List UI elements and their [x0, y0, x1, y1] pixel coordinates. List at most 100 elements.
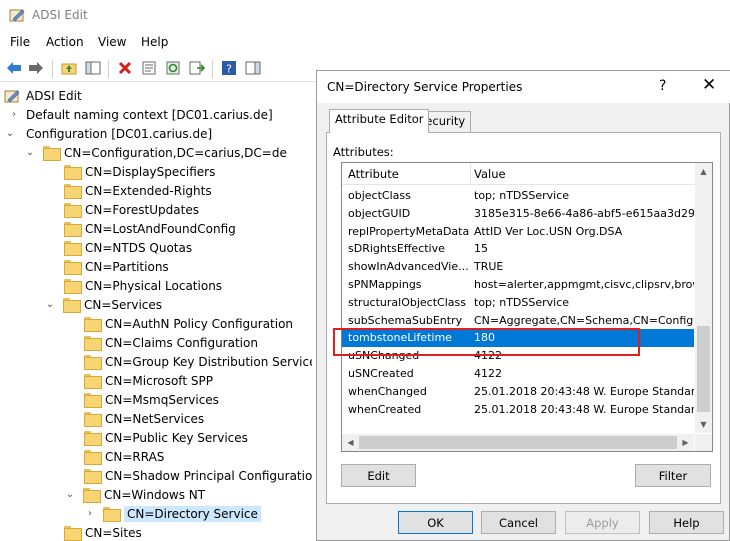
tree-item[interactable]: CN=AuthN Policy Configuration [84, 314, 293, 333]
tree-item[interactable]: CN=RRAS [84, 447, 164, 466]
column-divider[interactable] [470, 163, 471, 185]
table-row[interactable]: whenCreated 25.01.2018 20:43:48 W. Europe… [342, 401, 694, 419]
attribute-value: TRUE [474, 260, 504, 274]
tree-item-label: Configuration [DC01.carius.de] [26, 126, 213, 141]
filter-button[interactable]: Filter [635, 464, 711, 487]
tree-item-services[interactable]: ⌄ CN=Services [44, 295, 162, 314]
tree-item[interactable]: CN=Extended-Rights [64, 181, 212, 200]
table-row[interactable]: subSchemaSubEntry CN=Aggregate,CN=Schema,… [342, 312, 694, 330]
attribute-list[interactable]: Attribute Value objectClass top; nTDSServ… [341, 162, 713, 452]
cancel-button[interactable]: Cancel [481, 511, 556, 534]
vertical-scrollbar[interactable]: ▲ ▼ [695, 163, 712, 433]
tree-item-default-naming-context[interactable]: › Default naming context [DC01.carius.de… [8, 105, 273, 124]
horizontal-scrollbar[interactable]: ◀ ▶ [342, 434, 694, 451]
tree-item[interactable]: CN=Group Key Distribution Service [84, 352, 312, 371]
table-row[interactable]: sPNMappings host=alerter,appmgmt,cisvc,cl… [342, 276, 694, 294]
tree-item-label: CN=Public Key Services [105, 430, 248, 445]
navigation-tree: ADSI Edit › Default naming context [DC01… [0, 86, 312, 541]
menu-bar: File Action View Help [0, 33, 730, 53]
tree-item[interactable]: CN=LostAndFoundConfig [64, 219, 236, 238]
help-button[interactable]: Help [649, 511, 724, 534]
table-row[interactable]: structuralObjectClass top; nTDSService [342, 294, 694, 312]
column-header-attribute[interactable]: Attribute [348, 167, 399, 181]
attribute-value: top; nTDSService [474, 189, 570, 202]
menu-view[interactable]: View [98, 35, 126, 49]
tree-item-label: CN=Physical Locations [85, 278, 223, 293]
tree-item[interactable]: CN=NTDS Quotas [64, 238, 192, 257]
table-row[interactable]: whenChanged 25.01.2018 20:43:48 W. Europe… [342, 383, 694, 401]
tree-item[interactable]: CN=Microsoft SPP [84, 371, 213, 390]
table-row[interactable]: objectGUID 3185e315-8e66-4a86-abf5-e615aa… [342, 205, 694, 223]
show-action-pane-icon[interactable] [244, 59, 262, 77]
attribute-value: 4122 [474, 367, 502, 380]
tree-item[interactable]: CN=DisplaySpecifiers [64, 162, 215, 181]
scroll-left-icon[interactable]: ◀ [342, 434, 359, 451]
column-header-value[interactable]: Value [474, 167, 506, 181]
scroll-thumb[interactable] [359, 436, 677, 449]
export-list-icon[interactable] [188, 59, 206, 77]
chevron-down-icon[interactable]: ⌄ [64, 489, 76, 501]
menu-action[interactable]: Action [46, 35, 84, 49]
attribute-value: host=alerter,appmgmt,cisvc,clipsrv,brows… [474, 278, 694, 291]
menu-file[interactable]: File [10, 35, 30, 49]
tree-item-sites[interactable]: CN=Sites [64, 523, 142, 541]
menu-help[interactable]: Help [141, 35, 168, 49]
table-row[interactable]: objectClass top; nTDSService [342, 187, 694, 205]
tree-item-windows-nt[interactable]: ⌄ CN=Windows NT [64, 485, 205, 504]
chevron-down-icon[interactable]: ⌄ [24, 147, 36, 159]
folder-icon [83, 488, 101, 503]
tree-item-cn-configuration[interactable]: ⌄ CN=Configuration,DC=carius,DC=de [24, 143, 287, 162]
chevron-right-icon[interactable]: › [84, 508, 96, 520]
tree-item[interactable]: CN=Partitions [64, 257, 169, 276]
tree-item-label: CN=LostAndFoundConfig [85, 221, 236, 236]
attribute-name: sDRightsEffective [348, 242, 445, 256]
table-row[interactable]: replPropertyMetaData AttID Ver Loc.USN Or… [342, 223, 694, 241]
tree-item[interactable]: CN=ForestUpdates [64, 200, 199, 219]
up-folder-icon[interactable] [60, 59, 78, 77]
chevron-right-icon[interactable]: › [8, 109, 20, 121]
scroll-up-icon[interactable]: ▲ [695, 163, 712, 180]
table-row[interactable]: sDRightsEffective 15 [342, 240, 694, 258]
properties-icon[interactable] [140, 59, 158, 77]
tree-item-label: CN=NTDS Quotas [85, 240, 193, 255]
tree-item-directory-service[interactable]: › CN=Directory Service [84, 504, 261, 523]
attribute-name: sPNMappings [348, 278, 422, 291]
close-icon[interactable]: ✕ [702, 75, 716, 95]
folder-icon [64, 260, 82, 275]
tree-item[interactable]: CN=Physical Locations [64, 276, 222, 295]
tree-item-configuration[interactable]: ⌄ Configuration [DC01.carius.de] [4, 124, 212, 143]
tree-item-label: CN=Sites [85, 525, 142, 540]
tree-item-label: CN=Group Key Distribution Service [105, 354, 312, 369]
tree-item[interactable]: CN=Public Key Services [84, 428, 248, 447]
tree-item[interactable]: CN=Shadow Principal Configuration [84, 466, 312, 485]
delete-icon[interactable] [116, 59, 134, 77]
tree-item-label: CN=NetServices [105, 411, 205, 426]
tab-attribute-editor[interactable]: Attribute Editor [329, 109, 430, 133]
edit-button[interactable]: Edit [341, 464, 416, 487]
ok-button[interactable]: OK [398, 511, 473, 534]
tree-item[interactable]: CN=MsmqServices [84, 390, 219, 409]
refresh-icon[interactable] [164, 59, 182, 77]
help-icon[interactable]: ? [220, 59, 238, 77]
tree-item[interactable]: CN=NetServices [84, 409, 204, 428]
tree-root[interactable]: ADSI Edit [4, 86, 82, 105]
attribute-name: objectClass [348, 189, 411, 202]
forward-arrow-icon[interactable] [27, 59, 45, 77]
chevron-down-icon[interactable]: ⌄ [44, 299, 56, 311]
scroll-right-icon[interactable]: ▶ [677, 434, 694, 451]
folder-icon [84, 431, 102, 446]
toolbar-separator [212, 60, 213, 78]
tree-item-label: CN=Directory Service [124, 505, 261, 522]
scroll-thumb[interactable] [697, 326, 710, 412]
attribute-value: AttID Ver Loc.USN Org.DSA [474, 224, 623, 238]
tree-item-label: CN=Configuration,DC=carius,DC=de [64, 145, 287, 160]
table-row[interactable]: showInAdvancedVie... TRUE [342, 258, 694, 276]
chevron-down-icon[interactable]: ⌄ [4, 128, 16, 140]
back-arrow-icon[interactable] [5, 59, 23, 77]
table-row[interactable]: uSNCreated 4122 [342, 365, 694, 383]
scroll-down-icon[interactable]: ▼ [695, 416, 712, 433]
show-tree-icon[interactable] [84, 59, 102, 77]
tree-item[interactable]: CN=Claims Configuration [84, 333, 258, 352]
help-icon[interactable]: ? [659, 78, 666, 94]
window-title: ADSI Edit [32, 8, 88, 22]
